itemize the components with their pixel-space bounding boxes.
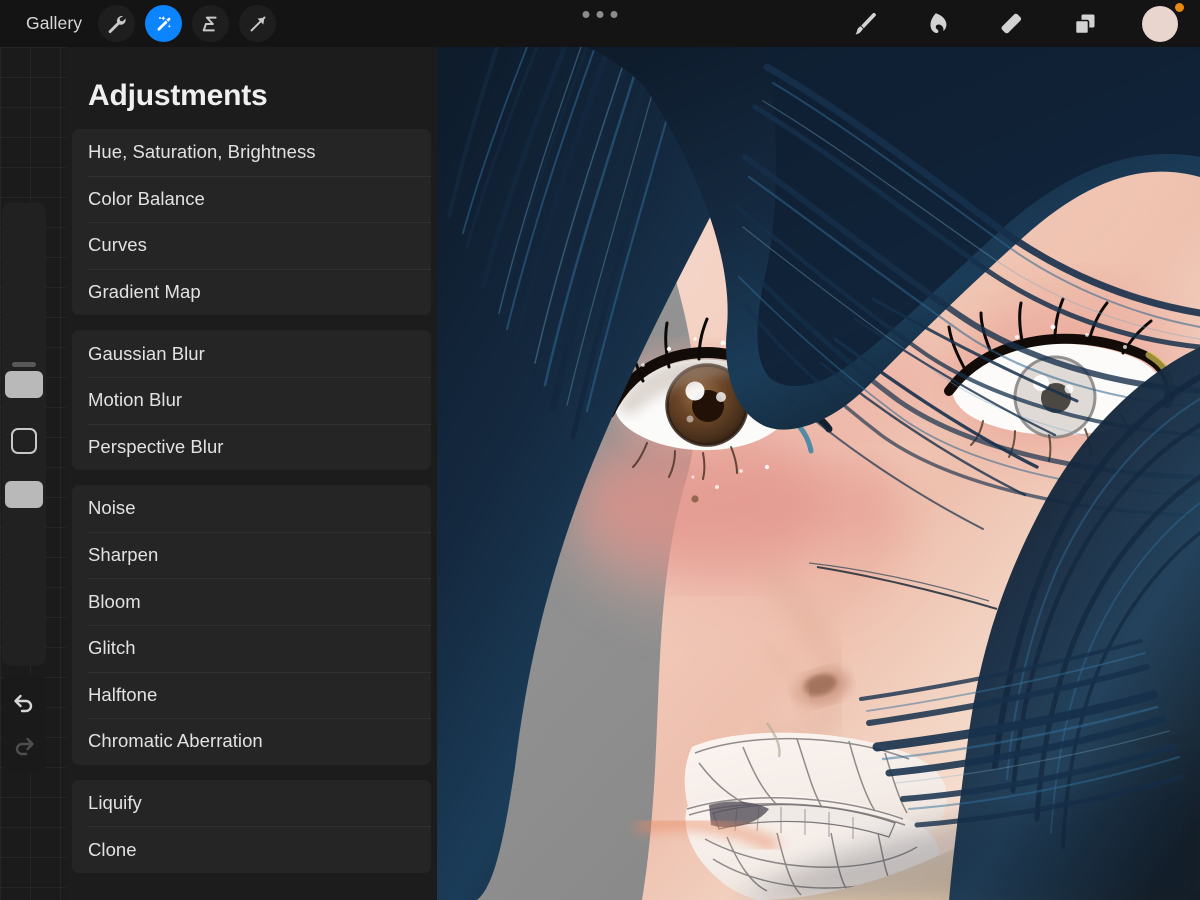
dot-3 [610, 11, 618, 18]
wrench-icon [108, 15, 126, 33]
adjustments-button[interactable] [145, 5, 183, 42]
dot-1 [582, 11, 590, 18]
menu-group-filter-effects: Noise Sharpen Bloom Glitch Halftone Chro… [66, 485, 437, 765]
menu-group-distort-tools: Liquify Clone [66, 779, 437, 873]
layers-icon [1074, 14, 1095, 34]
menu-item-halftone[interactable]: Halftone [72, 671, 431, 719]
menu-item-gaussian-blur[interactable]: Gaussian Blur [72, 330, 431, 377]
adjustments-panel: Adjustments Hue, Saturation, Brightness … [66, 47, 437, 900]
menu-group-color-adjustments: Hue, Saturation, Brightness Color Balanc… [66, 129, 437, 316]
selection-s-icon [202, 16, 217, 31]
redo-button[interactable] [9, 731, 39, 761]
artwork-portrait [437, 47, 1200, 900]
menu-item-sharpen[interactable]: Sharpen [72, 531, 431, 579]
paint-button[interactable] [846, 7, 880, 41]
layers-button[interactable] [1068, 7, 1102, 41]
menu-group-blur-effects: Gaussian Blur Motion Blur Perspective Bl… [66, 330, 437, 471]
menu-item-hue-saturation-brightness[interactable]: Hue, Saturation, Brightness [72, 129, 431, 176]
transform-button[interactable] [239, 5, 277, 42]
magic-wand-icon [157, 15, 171, 31]
brush-opacity-slider-thumb[interactable] [5, 481, 43, 508]
color-history-badge [1175, 2, 1184, 12]
gallery-button[interactable]: Gallery [20, 11, 88, 36]
menu-item-clone[interactable]: Clone [72, 826, 431, 873]
smudge-button[interactable] [920, 7, 954, 41]
menu-item-bloom[interactable]: Bloom [72, 578, 431, 625]
eraser-icon [1001, 13, 1022, 33]
toolbar-left-group: Gallery [0, 5, 277, 42]
arrow-transform-icon [250, 16, 266, 31]
menu-item-liquify[interactable]: Liquify [72, 779, 431, 827]
brush-size-slider-thumb[interactable] [5, 362, 43, 398]
color-button[interactable] [1142, 2, 1184, 42]
menu-item-motion-blur[interactable]: Motion Blur [72, 376, 431, 424]
actions-button[interactable] [98, 5, 136, 42]
toolbar-right-group [846, 2, 1200, 42]
history-controls [2, 675, 46, 773]
redo-icon [15, 737, 34, 755]
erase-button[interactable] [994, 7, 1028, 41]
drawing-canvas[interactable] [437, 47, 1200, 900]
menu-item-color-balance[interactable]: Color Balance [72, 175, 431, 223]
menu-item-glitch[interactable]: Glitch [72, 624, 431, 672]
procreate-app: Adjustments Hue, Saturation, Brightness … [0, 0, 1200, 900]
menu-item-noise[interactable]: Noise [72, 485, 431, 532]
menu-item-curves[interactable]: Curves [72, 222, 431, 269]
menu-item-chromatic-aberration[interactable]: Chromatic Aberration [72, 718, 431, 765]
undo-icon [14, 694, 33, 712]
menu-item-gradient-map[interactable]: Gradient Map [72, 268, 431, 316]
brush-sidebar [2, 203, 46, 773]
color-swatch [1142, 5, 1178, 42]
dot-2 [596, 11, 604, 18]
multitasking-dots[interactable] [582, 11, 618, 18]
smudge-icon [930, 12, 947, 33]
modify-button[interactable] [11, 428, 37, 454]
top-toolbar: Gallery [0, 0, 1200, 47]
brush-icon [855, 12, 876, 34]
menu-item-perspective-blur[interactable]: Perspective Blur [72, 423, 431, 471]
page-title: Adjustments [88, 79, 268, 112]
selection-button[interactable] [192, 5, 230, 42]
undo-button[interactable] [9, 688, 39, 718]
